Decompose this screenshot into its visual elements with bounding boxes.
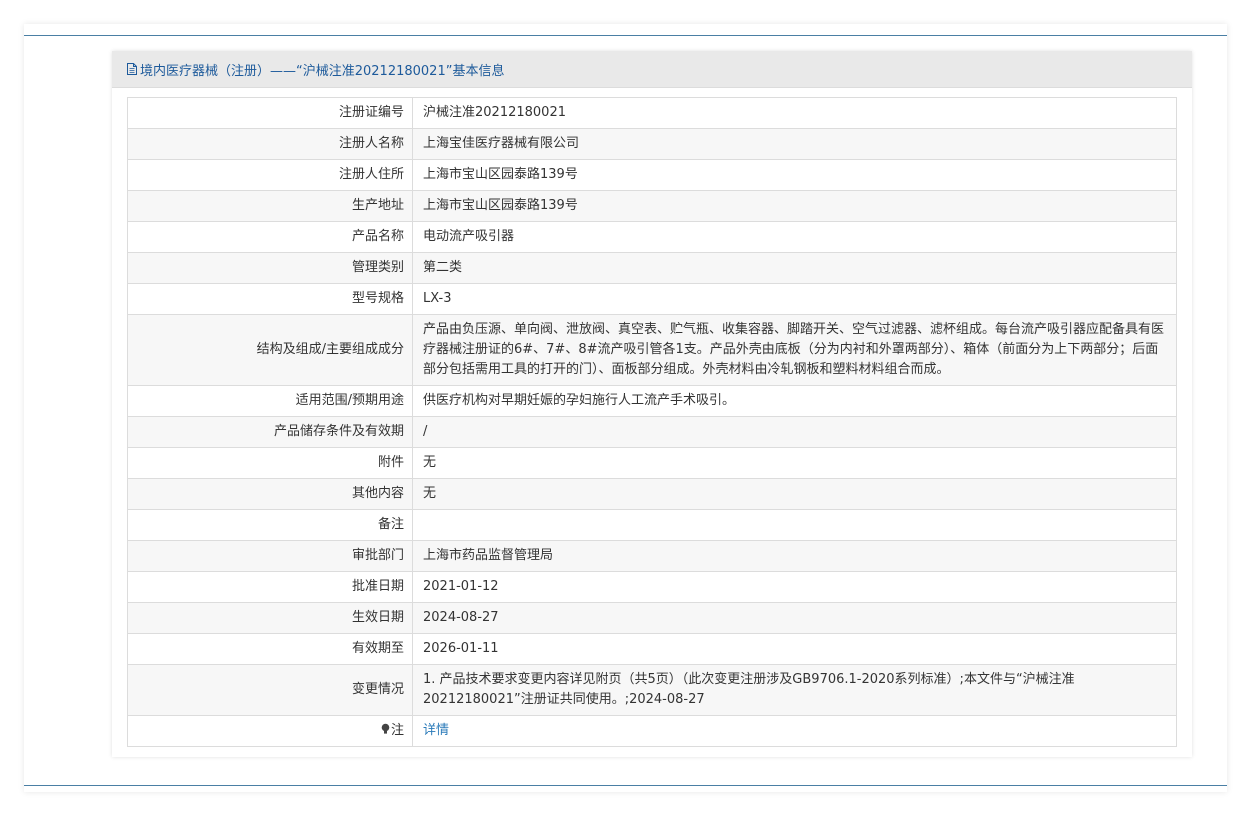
field-value: 2021-01-12 (412, 571, 1177, 603)
table-row: 注册证编号 沪械注准20212180021 (127, 97, 1177, 129)
table-row: 注册人住所 上海市宝山区园泰路139号 (127, 159, 1177, 191)
table-row: 注册人名称 上海宝佳医疗器械有限公司 (127, 128, 1177, 160)
table-row: 备注 (127, 509, 1177, 541)
field-value: 上海宝佳医疗器械有限公司 (412, 128, 1177, 160)
field-value: 电动流产吸引器 (412, 221, 1177, 253)
field-label: 生产地址 (127, 190, 413, 222)
field-label: 有效期至 (127, 633, 413, 665)
document-icon (127, 63, 137, 75)
table-row: 产品储存条件及有效期 / (127, 416, 1177, 448)
field-label: 注册人名称 (127, 128, 413, 160)
table-row: 型号规格 LX-3 (127, 283, 1177, 315)
field-value: 上海市宝山区园泰路139号 (412, 159, 1177, 191)
field-label: 产品储存条件及有效期 (127, 416, 413, 448)
field-label: 管理类别 (127, 252, 413, 284)
field-label: 注册人住所 (127, 159, 413, 191)
table-row: 附件无 (127, 447, 1177, 479)
table-row: 批准日期 2021-01-12 (127, 571, 1177, 603)
field-label: 备注 (127, 509, 413, 541)
note-label-cell: 注 (127, 715, 413, 747)
field-label: 适用范围/预期用途 (127, 385, 413, 417)
bottom-divider (24, 785, 1227, 786)
field-value (412, 509, 1177, 541)
field-value: 上海市宝山区园泰路139号 (412, 190, 1177, 222)
field-value: 2026-01-11 (412, 633, 1177, 665)
field-label: 结构及组成/主要组成成分 (127, 314, 413, 386)
table-row: 有效期至 2026-01-11 (127, 633, 1177, 665)
field-value: 无 (412, 478, 1177, 510)
field-value: 无 (412, 447, 1177, 479)
lightbulb-icon (381, 722, 390, 734)
field-label: 批准日期 (127, 571, 413, 603)
panel-title: 境内医疗器械（注册）——“沪械注准20212180021”基本信息 (140, 63, 505, 79)
field-value: 2024-08-27 (412, 602, 1177, 634)
info-table: 注册证编号 沪械注准20212180021 注册人名称 上海宝佳医疗器械有限公司 注册人… (127, 97, 1177, 747)
field-value: 1. 产品技术要求变更内容详见附页（共5页）（此次变更注册涉及GB9706.1-… (412, 664, 1177, 716)
table-row: 变更情况 1. 产品技术要求变更内容详见附页（共5页）（此次变更注册涉及GB970… (127, 664, 1177, 716)
field-value: / (412, 416, 1177, 448)
table-row: 结构及组成/主要组成成分 产品由负压源、单向阀、泄放阀、真空表、贮气瓶、收集容器、… (127, 314, 1177, 386)
field-label: 型号规格 (127, 283, 413, 315)
field-label: 生效日期 (127, 602, 413, 634)
field-value: 上海市药品监督管理局 (412, 540, 1177, 572)
field-label: 其他内容 (127, 478, 413, 510)
table-row: 其他内容无 (127, 478, 1177, 510)
details-link[interactable]: 详情 (423, 723, 449, 738)
top-divider (24, 35, 1227, 36)
field-label: 注册证编号 (127, 97, 413, 129)
info-panel: 境内医疗器械（注册）——“沪械注准20212180021”基本信息 注册证编号沪… (112, 51, 1192, 757)
field-value: LX-3 (412, 283, 1177, 315)
table-row: 适用范围/预期用途 供医疗机构对早期妊娠的孕妇施行人工流产手术吸引。 (127, 385, 1177, 417)
field-value: 产品由负压源、单向阀、泄放阀、真空表、贮气瓶、收集容器、脚踏开关、空气过滤器、滤… (412, 314, 1177, 386)
field-label: 变更情况 (127, 664, 413, 716)
field-value: 沪械注准20212180021 (412, 97, 1177, 129)
table-row: 管理类别 第二类 (127, 252, 1177, 284)
field-value: 供医疗机构对早期妊娠的孕妇施行人工流产手术吸引。 (412, 385, 1177, 417)
field-value: 第二类 (412, 252, 1177, 284)
note-value-cell: 详情 (412, 715, 1177, 747)
table-row: 生效日期 2024-08-27 (127, 602, 1177, 634)
field-label: 产品名称 (127, 221, 413, 253)
table-row: 审批部门 上海市药品监督管理局 (127, 540, 1177, 572)
field-label: 附件 (127, 447, 413, 479)
note-label: 注 (390, 723, 404, 738)
table-row-note: 注 详情 (127, 715, 1177, 747)
field-label: 审批部门 (127, 540, 413, 572)
page-frame: 境内医疗器械（注册）——“沪械注准20212180021”基本信息 注册证编号沪… (24, 24, 1227, 792)
panel-header: 境内医疗器械（注册）——“沪械注准20212180021”基本信息 (112, 51, 1192, 88)
table-row: 生产地址 上海市宝山区园泰路139号 (127, 190, 1177, 222)
table-row: 产品名称 电动流产吸引器 (127, 221, 1177, 253)
